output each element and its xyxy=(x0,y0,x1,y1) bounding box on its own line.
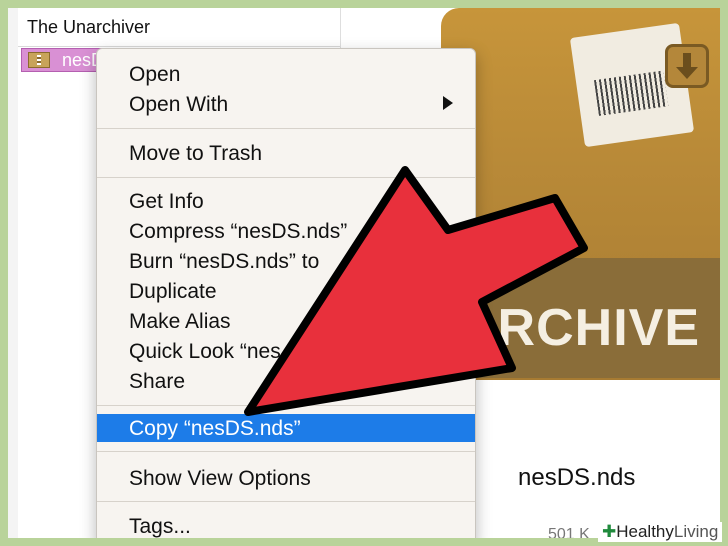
menu-separator xyxy=(97,501,475,502)
menu-item-quick-look[interactable]: Quick Look “nes xyxy=(129,341,281,362)
menu-item-compress[interactable]: Compress “nesDS.nds” xyxy=(129,221,347,242)
menu-item-copy-label: Copy “nesDS.nds” xyxy=(129,417,301,440)
menu-item-make-alias[interactable]: Make Alias xyxy=(129,311,231,332)
menu-item-share[interactable]: Share xyxy=(129,371,185,392)
watermark-healthy: Healthy xyxy=(616,522,674,541)
plus-icon: ✚ xyxy=(602,522,617,541)
menu-separator xyxy=(97,405,475,406)
menu-item-open[interactable]: Open xyxy=(129,64,180,85)
menu-item-copy-highlighted[interactable]: Copy “nesDS.nds” xyxy=(97,414,475,442)
menu-item-open-with[interactable]: Open With xyxy=(129,94,228,115)
archive-icon-text: ARCHIVE xyxy=(459,299,701,357)
menu-item-move-to-trash[interactable]: Move to Trash xyxy=(129,143,262,164)
menu-item-get-info[interactable]: Get Info xyxy=(129,191,204,212)
finder-sidebar-edge xyxy=(8,8,18,538)
menu-item-tags[interactable]: Tags... xyxy=(129,516,191,537)
preview-file-name: nesDS.nds xyxy=(518,464,636,491)
menu-item-duplicate[interactable]: Duplicate xyxy=(129,281,217,302)
menu-separator xyxy=(97,128,475,129)
menu-item-burn[interactable]: Burn “nesDS.nds” to xyxy=(129,251,319,272)
download-arrow-icon xyxy=(665,44,709,88)
preview-file-size: 501 K xyxy=(548,526,590,543)
watermark-living: Living xyxy=(673,522,719,541)
menu-item-show-view-options[interactable]: Show View Options xyxy=(129,468,311,489)
menu-separator xyxy=(97,177,475,178)
context-menu: Open Open With Move to Trash Get Info Co… xyxy=(96,48,476,546)
finder-header-title: The Unarchiver xyxy=(27,17,151,37)
menu-separator xyxy=(97,451,475,452)
healthy-living-watermark: ✚HealthyLiving xyxy=(598,522,723,542)
submenu-arrow-icon xyxy=(443,96,453,110)
archive-file-icon xyxy=(28,52,50,68)
finder-column-header: The Unarchiver xyxy=(18,8,340,47)
